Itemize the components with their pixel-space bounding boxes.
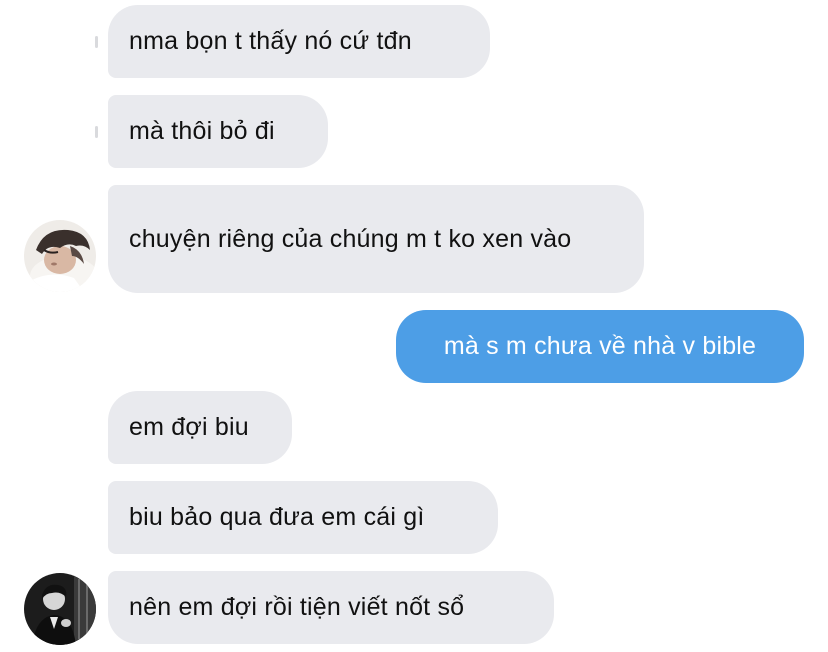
message-tick-mark — [95, 36, 98, 48]
message-text: nma bọn t thấy nó cứ tđn — [129, 27, 412, 55]
message-text: mà thôi bỏ đi — [129, 117, 275, 145]
message-bubble-incoming[interactable]: chuyện riêng của chúng m t ko xen vào — [108, 185, 644, 293]
message-bubble-outgoing[interactable]: mà s m chưa về nhà v bible — [396, 310, 804, 383]
message-thread: nma bọn t thấy nó cứ tđn mà thôi bỏ đi c… — [0, 0, 828, 652]
message-tick-mark — [95, 126, 98, 138]
message-bubble-incoming[interactable]: mà thôi bỏ đi — [108, 95, 328, 168]
message-bubble-incoming[interactable]: em đợi biu — [108, 391, 292, 464]
message-bubble-incoming[interactable]: biu bảo qua đưa em cái gì — [108, 481, 498, 554]
message-text: em đợi biu — [129, 413, 249, 441]
message-text: chuyện riêng của chúng m t ko xen vào — [129, 224, 572, 253]
contact-avatar-photo[interactable] — [24, 220, 96, 292]
message-text: nên em đợi rồi tiện viết nốt sổ — [129, 593, 465, 621]
message-text: mà s m chưa về nhà v bible — [443, 332, 757, 360]
contact-avatar-photo[interactable] — [24, 573, 96, 645]
avatar-person-icon — [24, 220, 96, 292]
message-bubble-incoming[interactable]: nma bọn t thấy nó cứ tđn — [108, 5, 490, 78]
message-text: biu bảo qua đưa em cái gì — [129, 503, 425, 531]
avatar-person-icon — [24, 573, 96, 645]
message-bubble-incoming[interactable]: nên em đợi rồi tiện viết nốt sổ — [108, 571, 554, 644]
